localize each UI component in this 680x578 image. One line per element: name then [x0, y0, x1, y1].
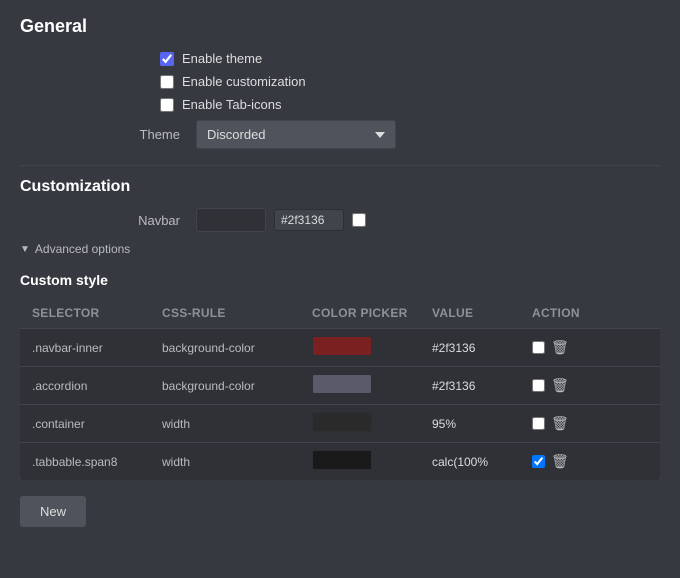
checkbox-row-enable-tab-icons: Enable Tab-icons: [160, 97, 660, 112]
css-rule-cell: background-color: [162, 341, 312, 355]
delete-icon[interactable]: 🗑: [551, 453, 569, 470]
selector-cell: .navbar-inner: [32, 341, 162, 355]
table-row: .navbar-inner background-color #2f3136 🗑: [20, 329, 660, 367]
enable-theme-checkbox[interactable]: [160, 52, 174, 66]
css-rule-cell: width: [162, 417, 312, 431]
value-cell: 95%: [432, 417, 532, 431]
color-swatch-small[interactable]: [312, 374, 372, 394]
custom-style-section: Custom style Selector CSS-Rule Color Pic…: [20, 272, 660, 480]
table-row: .tabbable.span8 width calc(100% 🗑: [20, 443, 660, 480]
color-picker-cell[interactable]: [312, 374, 432, 397]
color-swatch-small[interactable]: [312, 336, 372, 356]
value-cell: #2f3136: [432, 341, 532, 355]
row-checkbox-0[interactable]: [532, 341, 545, 354]
action-cell: 🗑: [532, 453, 612, 470]
color-picker-cell[interactable]: [312, 336, 432, 359]
css-rule-cell: width: [162, 455, 312, 469]
customization-section: Customization Navbar ▼ Advanced options: [20, 178, 660, 256]
navbar-row: Navbar: [80, 208, 660, 232]
enable-customization-label[interactable]: Enable customization: [182, 74, 306, 89]
col-header-action: Action: [532, 306, 612, 320]
row-checkbox-2[interactable]: [532, 417, 545, 430]
col-header-color-picker: Color Picker: [312, 306, 432, 320]
custom-style-title: Custom style: [20, 272, 660, 288]
enable-theme-label[interactable]: Enable theme: [182, 51, 262, 66]
theme-row: Theme Discorded Default Dark Light: [80, 120, 660, 149]
theme-select[interactable]: Discorded Default Dark Light: [196, 120, 396, 149]
delete-icon[interactable]: 🗑: [551, 339, 569, 356]
color-swatch-small[interactable]: [312, 412, 372, 432]
col-header-value: Value: [432, 306, 532, 320]
action-cell: 🗑: [532, 339, 612, 356]
value-cell: #2f3136: [432, 379, 532, 393]
table-row: .accordion background-color #2f3136 🗑: [20, 367, 660, 405]
col-header-css-rule: CSS-Rule: [162, 306, 312, 320]
row-checkbox-3[interactable]: [532, 455, 545, 468]
enable-tab-icons-checkbox[interactable]: [160, 98, 174, 112]
row-checkbox-1[interactable]: [532, 379, 545, 392]
advanced-options-label: Advanced options: [35, 242, 130, 256]
delete-icon[interactable]: 🗑: [551, 377, 569, 394]
enable-customization-checkbox[interactable]: [160, 75, 174, 89]
selector-cell: .accordion: [32, 379, 162, 393]
table-row: .container width 95% 🗑: [20, 405, 660, 443]
customization-title: Customization: [20, 178, 660, 196]
color-swatch-small[interactable]: [312, 450, 372, 470]
navbar-color-swatch[interactable]: [196, 208, 266, 232]
value-cell: calc(100%: [432, 455, 532, 469]
selector-cell: .container: [32, 417, 162, 431]
selector-cell: .tabbable.span8: [32, 455, 162, 469]
color-picker-cell[interactable]: [312, 412, 432, 435]
checkbox-row-enable-customization: Enable customization: [160, 74, 660, 89]
navbar-checkbox[interactable]: [352, 213, 366, 227]
checkbox-row-enable-theme: Enable theme: [160, 51, 660, 66]
navbar-hex-input[interactable]: [274, 209, 344, 231]
table-header: Selector CSS-Rule Color Picker Value Act…: [20, 298, 660, 329]
divider-1: [20, 165, 660, 166]
general-section: General Enable theme Enable customization…: [20, 16, 660, 149]
action-cell: 🗑: [532, 415, 612, 432]
color-picker-cell[interactable]: [312, 450, 432, 473]
toggle-arrow-icon: ▼: [20, 244, 30, 255]
theme-label: Theme: [80, 127, 180, 142]
custom-style-table: Selector CSS-Rule Color Picker Value Act…: [20, 298, 660, 480]
css-rule-cell: background-color: [162, 379, 312, 393]
enable-tab-icons-label[interactable]: Enable Tab-icons: [182, 97, 282, 112]
new-button[interactable]: New: [20, 496, 86, 527]
delete-icon[interactable]: 🗑: [551, 415, 569, 432]
advanced-options-toggle[interactable]: ▼ Advanced options: [20, 242, 660, 256]
action-cell: 🗑: [532, 377, 612, 394]
general-title: General: [20, 16, 660, 37]
col-header-selector: Selector: [32, 306, 162, 320]
navbar-label: Navbar: [80, 213, 180, 228]
